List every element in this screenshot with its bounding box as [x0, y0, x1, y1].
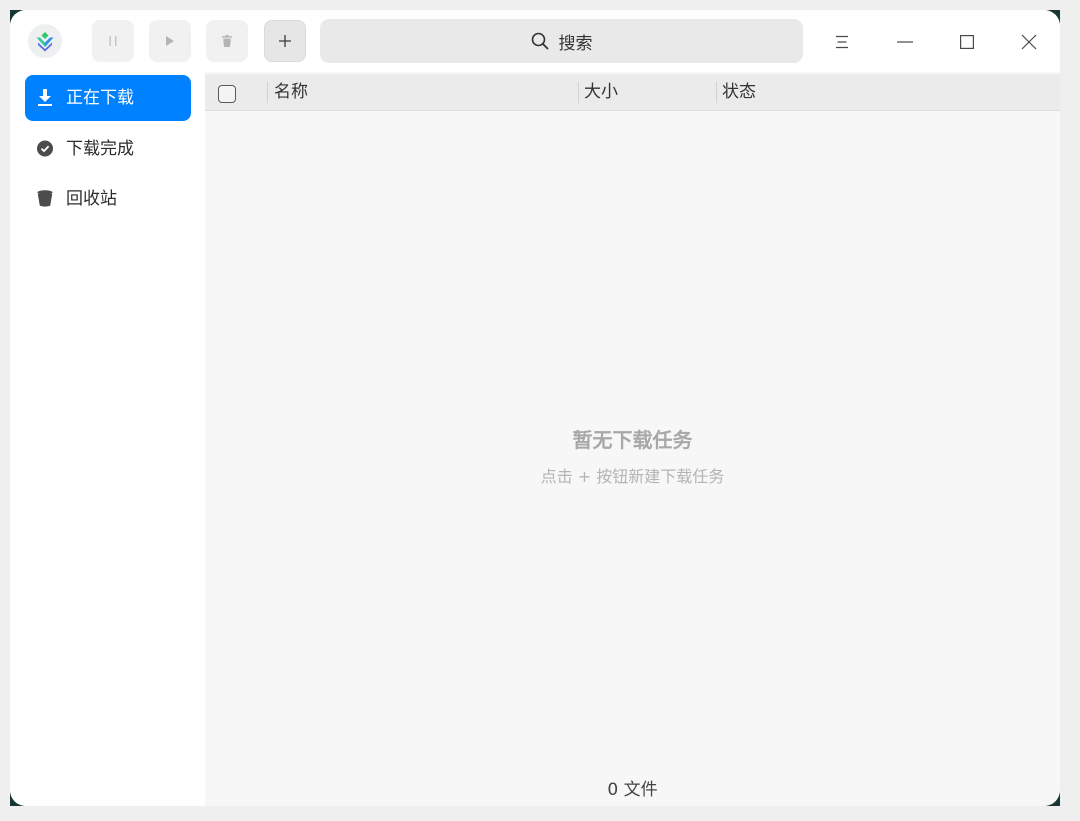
column-divider[interactable]: [716, 82, 717, 103]
search-input[interactable]: 搜索: [320, 19, 803, 63]
play-icon: [166, 36, 174, 46]
sidebar-item-completed[interactable]: 下载完成: [25, 126, 191, 172]
check-circle-icon: [37, 140, 53, 157]
sidebar-item-label: 下载完成: [66, 139, 134, 159]
column-header-status[interactable]: 状态: [722, 74, 756, 111]
sidebar: 正在下载 下载完成 回收站: [10, 72, 205, 806]
table-header: 名称 大小 状态: [205, 74, 1060, 111]
start-button[interactable]: [149, 20, 191, 62]
sidebar-item-label: 正在下载: [66, 88, 134, 108]
column-header-name[interactable]: 名称: [274, 74, 308, 111]
column-header-size[interactable]: 大小: [584, 74, 618, 111]
select-all-checkbox[interactable]: [218, 85, 236, 103]
new-task-button[interactable]: [264, 20, 306, 62]
sidebar-item-downloading[interactable]: 正在下载: [25, 75, 191, 121]
file-count-status: 0 文件: [607, 780, 658, 800]
app-logo-icon: [28, 24, 62, 58]
column-divider[interactable]: [578, 82, 579, 103]
download-icon: [38, 89, 52, 106]
minimize-icon: [897, 41, 913, 43]
pause-button[interactable]: [92, 20, 134, 62]
sidebar-item-label: 回收站: [66, 189, 117, 209]
maximize-icon: [960, 35, 974, 49]
sidebar-item-trash[interactable]: 回收站: [25, 176, 191, 222]
search-placeholder: 搜索: [558, 33, 593, 54]
download-list-panel: 名称 大小 状态 暂无下载任务 点击 + 按钮新建下载任务 0 文件: [205, 72, 1060, 806]
menu-icon: [836, 35, 848, 49]
maximize-button[interactable]: [952, 27, 982, 57]
main-menu-button[interactable]: [827, 27, 857, 57]
minimize-button[interactable]: [890, 27, 920, 57]
close-icon: [1021, 34, 1037, 50]
column-divider[interactable]: [267, 82, 268, 103]
title-bar: 搜索: [10, 10, 1060, 72]
trash-icon: [222, 35, 232, 47]
plus-icon: [279, 35, 291, 47]
search-icon: [531, 32, 548, 50]
empty-state-title: 暂无下载任务: [572, 428, 693, 452]
trash-icon: [37, 190, 53, 207]
close-button[interactable]: [1014, 27, 1044, 57]
empty-state-hint: 点击 + 按钮新建下载任务: [540, 467, 725, 486]
delete-button[interactable]: [206, 20, 248, 62]
app-window: 搜索 正在下载 下载完成 回收站 名称 大小 状态 暂无下载任务 点击 + 按钮…: [10, 10, 1060, 806]
pause-icon: [109, 36, 117, 46]
